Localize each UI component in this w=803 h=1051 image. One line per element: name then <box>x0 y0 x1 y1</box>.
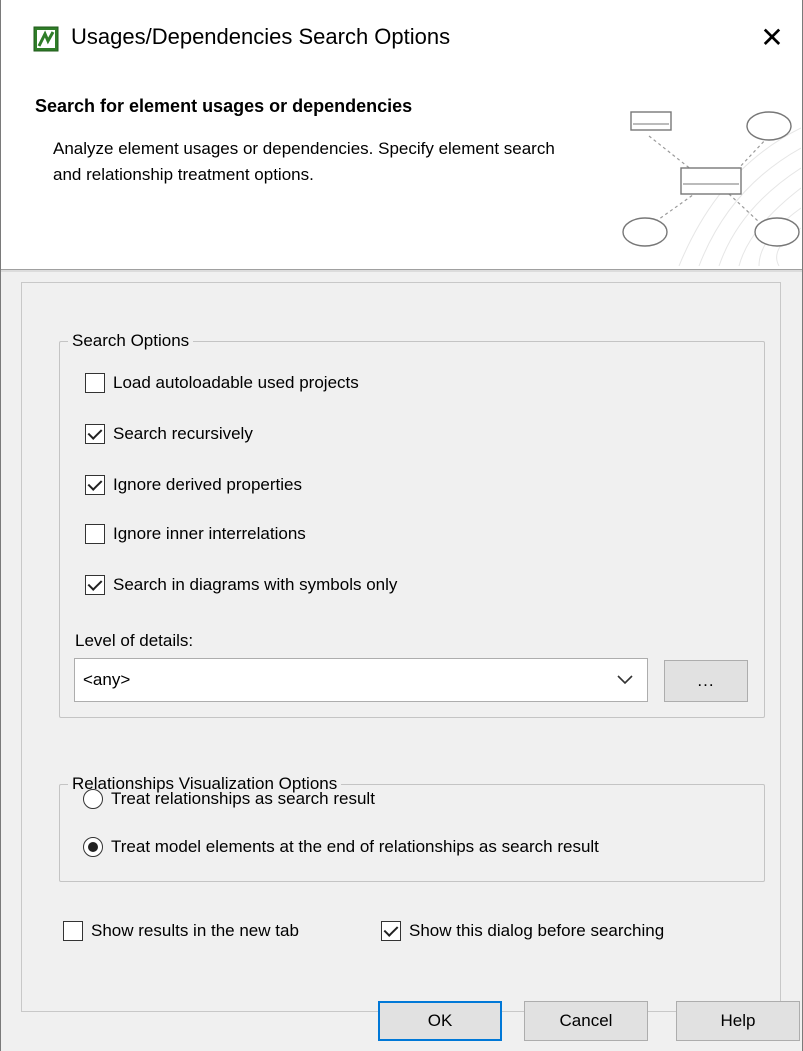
treat-model-elements-radio[interactable]: Treat model elements at the end of relat… <box>83 836 599 858</box>
level-of-details-label: Level of details: <box>75 631 194 650</box>
treat-relationships-radio[interactable]: Treat relationships as search result <box>83 788 375 810</box>
treat-model-elements-radio-circle[interactable] <box>83 837 103 857</box>
search-recursively-box[interactable] <box>85 424 105 444</box>
close-button[interactable]: ✕ <box>742 0 802 74</box>
load-autoloadable-checkbox[interactable]: Load autoloadable used projects <box>85 372 359 394</box>
ignore-derived-label: Ignore derived properties <box>113 475 303 494</box>
app-icon <box>33 26 59 52</box>
load-autoloadable-box[interactable] <box>85 373 105 393</box>
symbols-only-label: Search in diagrams with symbols only <box>113 575 398 594</box>
dialog-window: Usages/Dependencies Search Options ✕ Sea… <box>0 0 803 1051</box>
show-dialog-label: Show this dialog before searching <box>409 921 665 940</box>
show-new-tab-label: Show results in the new tab <box>91 921 299 940</box>
search-recursively-checkbox[interactable]: Search recursively <box>85 423 253 445</box>
treat-relationships-radio-circle[interactable] <box>83 789 103 809</box>
help-button[interactable]: Help <box>676 1001 800 1041</box>
ignore-inner-checkbox[interactable]: Ignore inner interrelations <box>85 523 306 545</box>
dependency-diagram-icon <box>622 111 801 266</box>
window-title: Usages/Dependencies Search Options <box>71 24 451 49</box>
title-bar[interactable]: Usages/Dependencies Search Options ✕ <box>1 0 802 74</box>
cancel-button[interactable]: Cancel <box>524 1001 648 1041</box>
close-icon: ✕ <box>760 21 784 53</box>
ignore-inner-label: Ignore inner interrelations <box>113 524 306 543</box>
search-options-legend: Search Options <box>68 330 194 352</box>
ok-button[interactable]: OK <box>378 1001 502 1041</box>
level-of-details-select[interactable]: <any> <box>74 658 648 702</box>
level-more-button[interactable]: ... <box>664 660 748 702</box>
ignore-derived-checkbox[interactable]: Ignore derived properties <box>85 474 302 496</box>
symbols-only-checkbox[interactable]: Search in diagrams with symbols only <box>85 574 397 596</box>
symbols-only-box[interactable] <box>85 575 105 595</box>
show-new-tab-checkbox[interactable]: Show results in the new tab <box>63 920 299 942</box>
chevron-down-icon[interactable] <box>603 659 647 701</box>
banner-description: Analyze element usages or dependencies. … <box>53 139 555 184</box>
level-of-details-value: <any> <box>83 670 131 689</box>
banner-title: Search for element usages or dependencie… <box>35 96 413 116</box>
load-autoloadable-label: Load autoloadable used projects <box>113 373 359 392</box>
treat-relationships-label: Treat relationships as search result <box>111 789 375 808</box>
show-new-tab-box[interactable] <box>63 921 83 941</box>
show-dialog-box[interactable] <box>381 921 401 941</box>
treat-model-elements-label: Treat model elements at the end of relat… <box>111 837 599 856</box>
ignore-derived-box[interactable] <box>85 475 105 495</box>
ignore-inner-box[interactable] <box>85 524 105 544</box>
content-separator <box>1 270 802 272</box>
search-recursively-label: Search recursively <box>113 424 253 443</box>
show-dialog-checkbox[interactable]: Show this dialog before searching <box>381 920 664 942</box>
